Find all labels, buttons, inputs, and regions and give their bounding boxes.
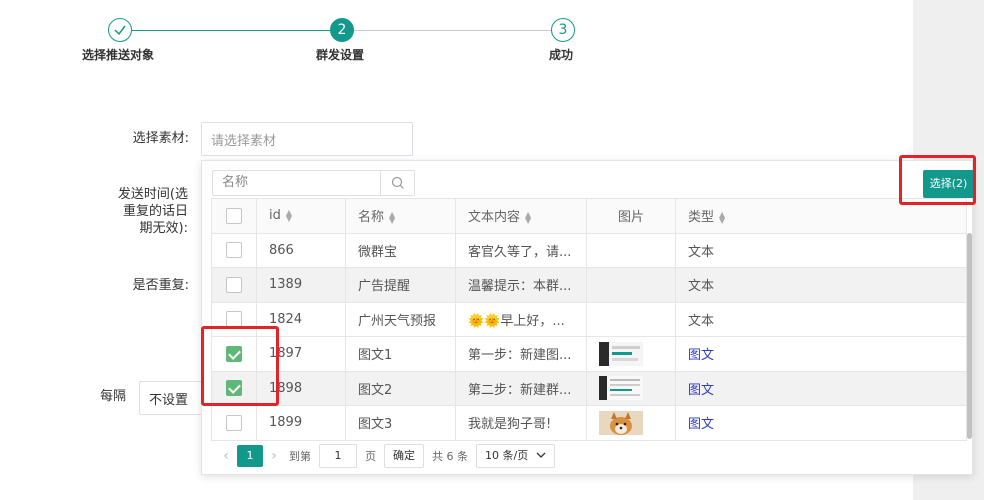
row-image xyxy=(586,405,676,441)
column-header-image: 图片 xyxy=(586,198,676,234)
goto-confirm-button[interactable]: 确定 xyxy=(384,444,424,468)
row-type: 文本 xyxy=(675,301,967,337)
every-select-value: 不设置 xyxy=(149,392,189,408)
table-row[interactable]: 1898 图文2 第二步：新建群... 图文 xyxy=(211,370,967,406)
row-type: 文本 xyxy=(675,267,967,303)
row-checkbox[interactable] xyxy=(226,414,242,431)
row-content: 客官久等了，请... xyxy=(455,232,587,268)
step-1-label: 选择推送对象 xyxy=(82,48,155,62)
table-row[interactable]: 1824 广州天气预报 🌞🌞早上好，... 文本 xyxy=(211,301,967,337)
sort-icon[interactable]: ▲ ▼ xyxy=(389,210,395,224)
row-image xyxy=(586,232,676,268)
table-row[interactable]: 1899 图文3 我就是狗子哥! 图文 xyxy=(211,405,967,441)
row-content: 第二步：新建群... xyxy=(455,370,587,406)
row-name: 图文1 xyxy=(345,336,456,372)
every-select[interactable]: 不设置 xyxy=(139,381,209,415)
row-content: 我就是狗子哥! xyxy=(455,405,587,441)
row-name: 广告提醒 xyxy=(345,267,456,303)
sort-icon[interactable]: ▲ ▼ xyxy=(286,208,292,222)
table-row[interactable]: 1897 图文1 第一步：新建图... 图文 xyxy=(211,336,967,372)
step-3-number: 3 xyxy=(551,18,575,42)
row-name: 图文3 xyxy=(345,405,456,441)
every-label: 每隔 xyxy=(100,389,127,404)
table-scrollbar[interactable] xyxy=(967,233,972,439)
material-table: id ▲ ▼ 名称 ▲ ▼ 文本内容 ▲ ▼ 图片 类型 ▲ ▼ 866 微群宝 客官久等了，请… xyxy=(211,198,967,441)
row-content: 第一步：新建图... xyxy=(455,336,587,372)
next-page-button[interactable]: › xyxy=(263,448,285,464)
column-header-name[interactable]: 名称 ▲ ▼ xyxy=(345,198,456,234)
row-id: 1899 xyxy=(256,405,346,441)
chevron-down-icon xyxy=(536,452,546,458)
pagination: ‹ 1 › 到第 1 页 确定 共 6 条 10 条/页 xyxy=(215,444,559,468)
table-row[interactable]: 1389 广告提醒 温馨提示：本群... 文本 xyxy=(211,267,967,303)
highlight-box xyxy=(899,155,976,205)
row-id: 1389 xyxy=(256,267,346,303)
row-name: 广州天气预报 xyxy=(345,301,456,337)
search-input[interactable]: 名称 xyxy=(213,171,380,195)
repeat-label: 是否重复: xyxy=(132,278,189,293)
step-connector xyxy=(132,30,330,31)
row-checkbox[interactable] xyxy=(226,311,242,328)
highlight-box xyxy=(201,326,279,406)
material-input[interactable]: 请选择素材 xyxy=(201,122,413,156)
step-2-label: 群发设置 xyxy=(316,48,365,62)
row-type: 文本 xyxy=(675,232,967,268)
step-3-label: 成功 xyxy=(549,48,574,62)
goto-label: 到第 xyxy=(289,450,311,463)
row-id: 866 xyxy=(256,232,346,268)
page-unit-label: 页 xyxy=(365,450,376,463)
sort-icon[interactable]: ▲ ▼ xyxy=(719,210,725,224)
search-field[interactable]: 名称 xyxy=(212,170,415,196)
screenshot-thumbnail-icon xyxy=(599,341,643,366)
step-1-check-icon xyxy=(108,18,132,42)
current-page[interactable]: 1 xyxy=(237,445,263,467)
table-row[interactable]: 866 微群宝 客官久等了，请... 文本 xyxy=(211,232,967,268)
row-type: 图文 xyxy=(675,370,967,406)
total-count: 共 6 条 xyxy=(432,450,468,463)
step-connector xyxy=(354,30,551,31)
page-size-select[interactable]: 10 条/页 xyxy=(476,444,555,468)
sort-icon[interactable]: ▲ ▼ xyxy=(525,210,531,224)
row-image xyxy=(586,370,676,406)
row-image xyxy=(586,301,676,337)
search-button[interactable] xyxy=(380,171,414,195)
row-checkbox[interactable] xyxy=(226,276,242,293)
row-content: 温馨提示：本群... xyxy=(455,267,587,303)
step-2-number: 2 xyxy=(330,18,354,42)
screenshot-thumbnail-icon xyxy=(599,376,643,401)
send-time-label: 发送时间(选重复的话日期无效): xyxy=(117,187,188,236)
row-type: 图文 xyxy=(675,405,967,441)
column-header-id[interactable]: id ▲ ▼ xyxy=(256,198,346,234)
row-image xyxy=(586,336,676,372)
row-name: 图文2 xyxy=(345,370,456,406)
dog-thumbnail-icon xyxy=(599,410,643,435)
select-all-cell[interactable] xyxy=(211,198,257,234)
material-label: 选择素材: xyxy=(132,131,189,146)
row-checkbox[interactable] xyxy=(226,242,242,259)
prev-page-button[interactable]: ‹ xyxy=(215,448,237,464)
search-icon xyxy=(391,176,404,189)
column-header-content[interactable]: 文本内容 ▲ ▼ xyxy=(455,198,587,234)
material-picker-panel: 名称 选择(2) id ▲ ▼ 名称 ▲ ▼ 文本内容 ▲ ▼ 图片 类型 ▲ ▼ 866 微群… xyxy=(201,160,974,475)
select-all-checkbox[interactable] xyxy=(226,207,242,224)
row-image xyxy=(586,267,676,303)
row-content: 🌞🌞早上好，... xyxy=(455,301,587,337)
table-header-row: id ▲ ▼ 名称 ▲ ▼ 文本内容 ▲ ▼ 图片 类型 ▲ ▼ xyxy=(211,198,967,234)
row-type: 图文 xyxy=(675,336,967,372)
goto-page-input[interactable]: 1 xyxy=(319,444,357,468)
page-size-value: 10 条/页 xyxy=(485,449,529,462)
row-name: 微群宝 xyxy=(345,232,456,268)
